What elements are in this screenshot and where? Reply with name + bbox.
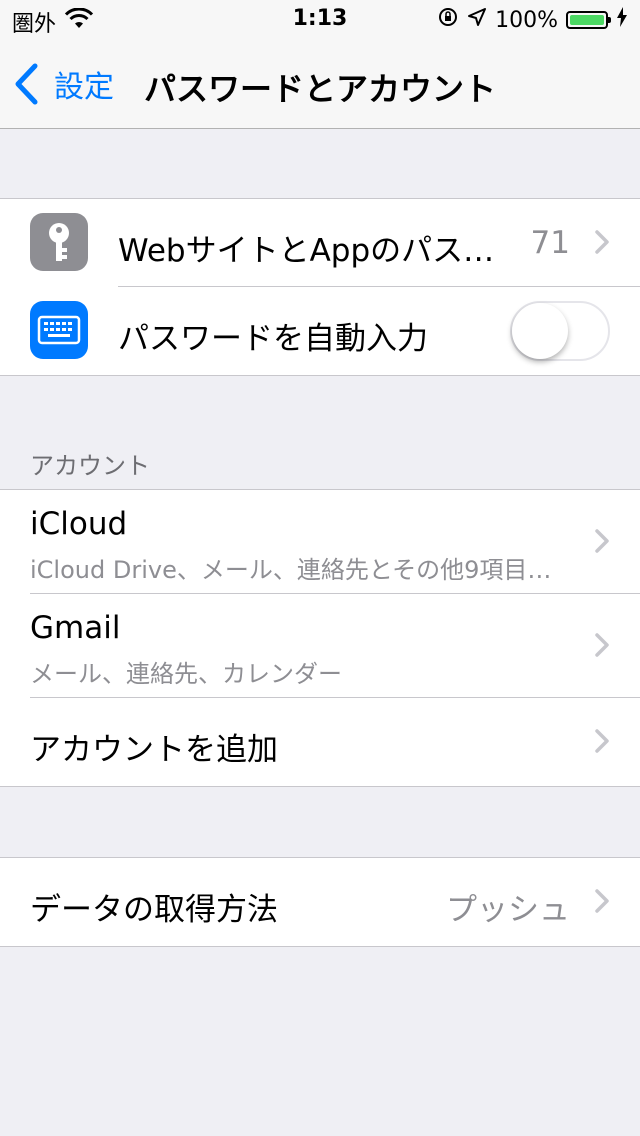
battery-level-fill [570, 15, 604, 25]
toggle-knob [512, 303, 568, 359]
key-icon [30, 213, 88, 271]
passwords-group: WebサイトとAppのパス… 71 パスワードを自動入力 [0, 198, 640, 376]
disclosure-chevron-icon [595, 633, 609, 657]
page-title: パスワードとアカウント [143, 70, 496, 108]
autofill-toggle[interactable] [510, 301, 610, 361]
websites-passwords-row[interactable]: WebサイトとAppのパス… 71 [0, 199, 640, 287]
fetch-data-value: プッシュ [446, 892, 570, 928]
autofill-passwords-label: パスワードを自動入力 [118, 321, 428, 357]
disclosure-chevron-icon [595, 230, 609, 254]
battery-percent: 100% [495, 7, 558, 33]
autofill-passwords-row: パスワードを自動入力 [0, 287, 640, 375]
account-row-gmail[interactable]: Gmail メール、連絡先、カレンダー [0, 594, 640, 698]
account-name: Gmail [30, 610, 121, 646]
fetch-data-group: データの取得方法 プッシュ [0, 857, 640, 947]
disclosure-chevron-icon [595, 729, 609, 753]
disclosure-chevron-icon [595, 529, 609, 553]
fetch-data-label: データの取得方法 [30, 892, 278, 928]
status-bar: 圏外 1:13 100% [0, 0, 640, 40]
account-detail: メール、連絡先、カレンダー [30, 660, 342, 688]
charging-bolt-icon [616, 7, 628, 33]
account-row-icloud[interactable]: iCloud iCloud Drive、メール、連絡先とその他9項目… [0, 490, 640, 594]
battery-icon [566, 11, 611, 29]
add-account-row[interactable]: アカウントを追加 [0, 698, 640, 786]
location-arrow-icon [467, 7, 487, 33]
disclosure-chevron-icon [595, 889, 609, 913]
keyboard-icon [30, 301, 88, 359]
accounts-group: iCloud iCloud Drive、メール、連絡先とその他9項目… Gmai… [0, 489, 640, 787]
websites-passwords-label: WebサイトとAppのパス… [118, 233, 495, 269]
add-account-label: アカウントを追加 [30, 732, 278, 768]
account-detail: iCloud Drive、メール、連絡先とその他9項目… [30, 556, 552, 584]
navigation-bar: 設定 パスワードとアカウント [0, 40, 640, 129]
status-right: 100% [437, 6, 628, 34]
account-name: iCloud [30, 506, 128, 542]
accounts-section-header: アカウント [30, 452, 150, 480]
websites-passwords-count: 71 [530, 225, 570, 261]
orientation-lock-icon [437, 6, 459, 34]
fetch-data-row[interactable]: データの取得方法 プッシュ [0, 858, 640, 946]
